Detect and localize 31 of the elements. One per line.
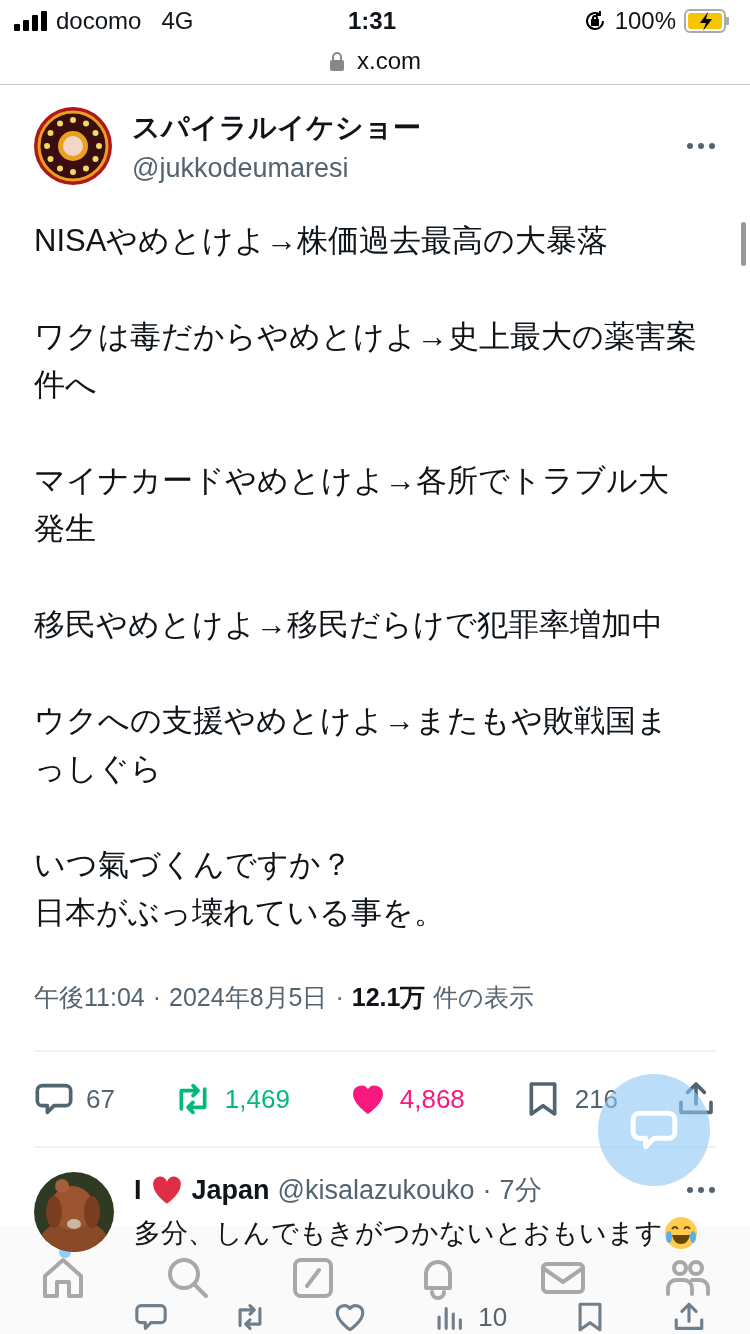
bookmark-count: 216 bbox=[574, 1083, 619, 1115]
view-count: 12.1万 bbox=[351, 982, 426, 1013]
tweet-text: ワクは毒だからやめとけよ→史上最大の薬害案件へ bbox=[34, 319, 697, 402]
reply-count: 67 bbox=[86, 1083, 115, 1115]
clock-time: 1:31 bbox=[348, 7, 397, 35]
post-time[interactable]: 午後11:04 bbox=[34, 981, 145, 1014]
separator-dot: · bbox=[335, 983, 344, 1012]
like-count: 4,868 bbox=[399, 1083, 465, 1115]
tweet-text: 移民やめとけよ→移民だらけで犯罪率増加中 bbox=[34, 607, 663, 642]
network-type: 4G bbox=[161, 7, 194, 35]
reply-view-count: 10 bbox=[478, 1301, 508, 1333]
view-label: 件の表示 bbox=[433, 982, 535, 1013]
battery-percent: 100% bbox=[614, 7, 676, 35]
reply-text: 多分、しんでもきがつかないとおもいます bbox=[134, 1218, 663, 1248]
reply-author-name[interactable]: Japan bbox=[191, 1174, 270, 1206]
reply-author-name[interactable]: I bbox=[134, 1174, 142, 1206]
tweet-text: いつ氣づくんですか？ bbox=[34, 847, 352, 882]
page-url[interactable]: x.com bbox=[357, 47, 421, 75]
tweet-text: 日本がぶっ壊れている事を。 bbox=[34, 895, 445, 930]
author-handle[interactable]: @jukkodeumaresi bbox=[132, 152, 666, 184]
carrier-name: docomo bbox=[56, 7, 142, 35]
retweet-count: 1,469 bbox=[224, 1083, 290, 1115]
tweet-text: NISAやめとけよ→株価過去最高の大暴落 bbox=[34, 223, 609, 258]
separator-dot: · bbox=[482, 1174, 492, 1206]
separator-dot: · bbox=[152, 983, 162, 1012]
reply-age: 7分 bbox=[499, 1174, 543, 1207]
tweet-text: マイナカードやめとけよ→各所でトラブル大発生 bbox=[34, 463, 669, 546]
reply-author-handle[interactable]: @kisalazukouko bbox=[277, 1174, 475, 1206]
post-date[interactable]: 2024年8月5日 bbox=[169, 981, 328, 1014]
tweet-text: ウクへの支援やめとけよ→またもや敗戦国まっしぐら bbox=[34, 703, 668, 786]
author-name[interactable]: スパイラルイケショー bbox=[132, 108, 666, 147]
